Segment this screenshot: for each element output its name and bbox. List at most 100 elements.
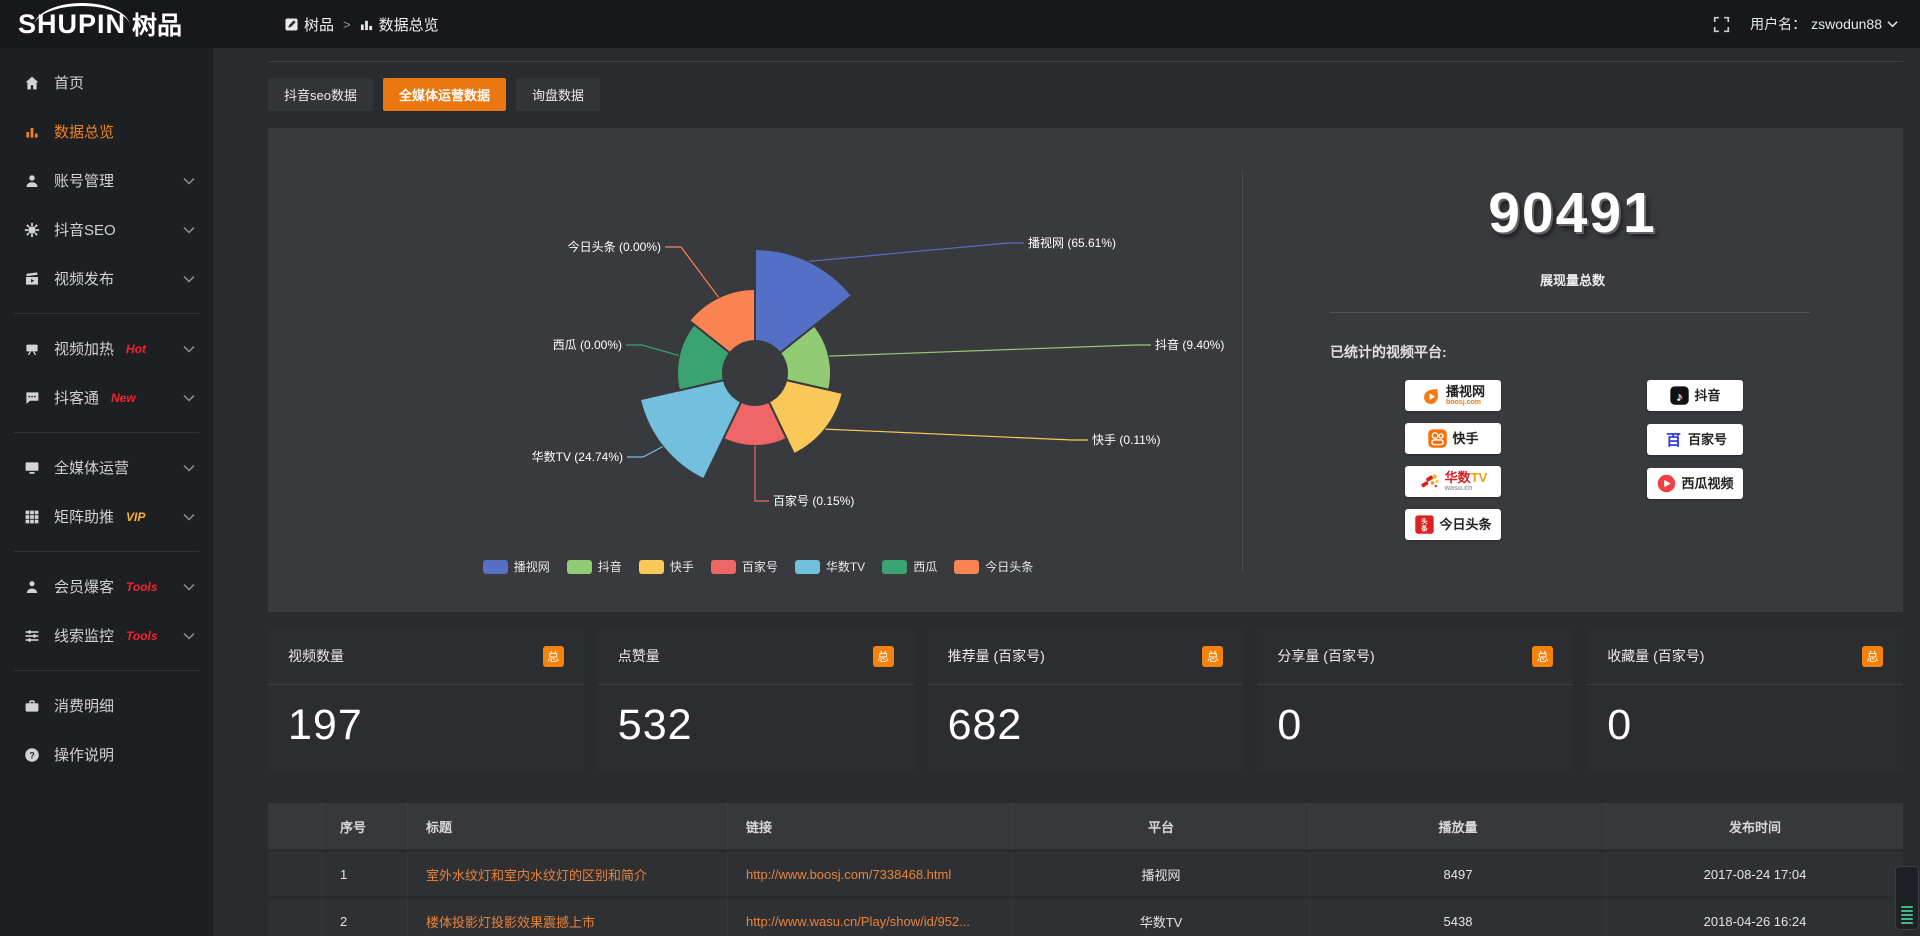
chevron-down-icon bbox=[1887, 20, 1898, 28]
sidebar-item-operation-guide[interactable]: ? 操作说明 bbox=[0, 730, 213, 779]
tab-all-media-data[interactable]: 全媒体运营数据 bbox=[383, 78, 506, 111]
pie-label-baijiahao: 百家号 (0.15%) bbox=[773, 493, 854, 508]
chevron-down-icon bbox=[183, 583, 195, 591]
pie-label-line-wasu-tv bbox=[627, 447, 663, 457]
sidebar-item-data-overview[interactable]: 数据总览 bbox=[0, 107, 213, 156]
tab-douyin-seo-data[interactable]: 抖音seo数据 bbox=[268, 78, 373, 111]
fullscreen-icon[interactable] bbox=[1713, 16, 1730, 33]
total-badge[interactable]: 总 bbox=[1862, 646, 1883, 667]
legend-item-boosj[interactable]: 播视网 bbox=[483, 558, 550, 575]
total-badge[interactable]: 总 bbox=[543, 646, 564, 667]
svg-text:百: 百 bbox=[1666, 432, 1681, 449]
stat-card-favorite-count: 收藏量 (百家号) 总 0 bbox=[1587, 628, 1903, 773]
sidebar-item-label: 消费明细 bbox=[54, 695, 114, 716]
sidebar-item-clue-monitor[interactable]: 线索监控 Tools bbox=[0, 611, 213, 660]
svg-text:♪: ♪ bbox=[1677, 390, 1683, 404]
cell-plays: 8497 bbox=[1310, 852, 1607, 896]
consume-detail-icon bbox=[24, 698, 40, 714]
legend-label: 今日头条 bbox=[985, 558, 1033, 575]
video-data-table: 序号 标题 链接 平台 播放量 发布时间 1 室外水纹灯和室内水纹灯的区别和简介… bbox=[268, 800, 1903, 936]
cell-url-link[interactable]: http://www.wasu.cn/Play/show/id/952... bbox=[746, 914, 970, 929]
legend-label: 百家号 bbox=[742, 558, 778, 575]
platform-badge-baijiahao: 百 百家号 bbox=[1647, 424, 1743, 455]
sidebar-item-home[interactable]: 首页 bbox=[0, 58, 213, 107]
username-label: 用户名： bbox=[1750, 14, 1806, 34]
pie-label-line-baijiahao bbox=[755, 446, 769, 501]
top-bar: SHUPIN 树品 树品>数据总览 用户名：zswodun88 bbox=[0, 0, 1920, 48]
legend-item-toutiao[interactable]: 今日头条 bbox=[954, 558, 1033, 575]
video-table: 序号 标题 链接 平台 播放量 发布时间 1 室外水纹灯和室内水纹灯的区别和简介… bbox=[268, 800, 1903, 936]
col-header-index: 序号 bbox=[322, 803, 408, 849]
xigua-logo-icon bbox=[1656, 473, 1677, 494]
stat-card-video-count: 视频数量 总 197 bbox=[268, 628, 584, 773]
topbar-right: 用户名：zswodun88 bbox=[1713, 0, 1898, 48]
sidebar-item-label: 矩阵助推 bbox=[54, 506, 114, 527]
cell-time: 2018-04-26 16:24 bbox=[1607, 899, 1903, 936]
cell-time: 2017-08-24 17:04 bbox=[1607, 852, 1903, 896]
stat-card-label: 收藏量 (百家号) bbox=[1607, 646, 1704, 666]
chart-panel: 播视网 (65.61%)抖音 (9.40%)快手 (0.11%)百家号 (0.1… bbox=[268, 128, 1903, 612]
col-header-platform: 平台 bbox=[1013, 803, 1310, 849]
platform-badge-boosj: 播视网boosj.com bbox=[1405, 380, 1501, 411]
platform-badge-xigua: 西瓜视频 bbox=[1647, 468, 1743, 499]
cell-platform: 华数TV bbox=[1013, 899, 1310, 936]
cell-title-link[interactable]: 楼体投影灯投影效果震撼上市 bbox=[426, 915, 595, 930]
scroll-widget[interactable] bbox=[1895, 866, 1919, 930]
legend-chip bbox=[711, 560, 736, 574]
legend-item-douyin[interactable]: 抖音 bbox=[567, 558, 622, 575]
pie-label-line-xigua bbox=[626, 345, 679, 356]
total-badge[interactable]: 总 bbox=[873, 646, 894, 667]
legend-item-kuaishou[interactable]: 快手 bbox=[639, 558, 694, 575]
col-header-link: 链接 bbox=[728, 803, 1013, 849]
sidebar-item-badge: New bbox=[111, 391, 136, 405]
stat-card-label: 分享量 (百家号) bbox=[1277, 646, 1374, 666]
pie-slice-kuaishou[interactable] bbox=[769, 380, 843, 454]
cell-url-link[interactable]: http://www.boosj.com/7338468.html bbox=[746, 867, 951, 882]
sidebar-item-douyin-seo[interactable]: 抖音SEO bbox=[0, 205, 213, 254]
legend-item-xigua[interactable]: 西瓜 bbox=[882, 558, 937, 575]
douyin-logo-icon: ♪♪♪ bbox=[1669, 385, 1690, 406]
legend-label: 快手 bbox=[670, 558, 694, 575]
sidebar-item-account-management[interactable]: 账号管理 bbox=[0, 156, 213, 205]
sidebar-item-member-burst[interactable]: 会员爆客 Tools bbox=[0, 562, 213, 611]
sidebar-item-label: 全媒体运营 bbox=[54, 457, 129, 478]
sidebar-item-douketong[interactable]: 抖客通 New bbox=[0, 373, 213, 422]
user-menu[interactable]: 用户名：zswodun88 bbox=[1750, 14, 1898, 34]
sidebar-item-matrix-boost[interactable]: 矩阵助推 VIP bbox=[0, 492, 213, 541]
platform-badge-kuaishou: 快手 bbox=[1405, 423, 1501, 454]
sidebar-item-video-heating[interactable]: 视频加热 Hot bbox=[0, 324, 213, 373]
sidebar-item-consume-detail[interactable]: 消费明细 bbox=[0, 681, 213, 730]
app-root: SHUPIN 树品 树品>数据总览 用户名：zswodun88 首页 数据总览 bbox=[0, 0, 1920, 936]
sidebar-item-label: 数据总览 bbox=[54, 121, 114, 142]
tab-inquiry-data[interactable]: 询盘数据 bbox=[516, 78, 600, 111]
sidebar-item-video-publish[interactable]: 视频发布 bbox=[0, 254, 213, 303]
sidebar-item-label: 会员爆客 bbox=[54, 576, 114, 597]
sidebar-item-all-media-operation[interactable]: 全媒体运营 bbox=[0, 443, 213, 492]
sidebar-item-label: 线索监控 bbox=[54, 625, 114, 646]
pie-slice-wasu-tv[interactable] bbox=[640, 380, 741, 479]
total-badge[interactable]: 总 bbox=[1532, 646, 1553, 667]
douketong-icon bbox=[24, 390, 40, 406]
impressions-total-label: 展现量总数 bbox=[1242, 270, 1903, 289]
wasu-tv-logo-icon bbox=[1419, 471, 1441, 492]
sidebar-item-label: 抖客通 bbox=[54, 387, 99, 408]
cell-title-link[interactable]: 室外水纹灯和室内水纹灯的区别和简介 bbox=[426, 868, 647, 883]
total-badge[interactable]: 总 bbox=[1202, 646, 1223, 667]
sidebar-item-badge: VIP bbox=[126, 510, 145, 524]
stat-card-value: 682 bbox=[928, 685, 1244, 750]
platform-badge-douyin: ♪♪♪ 抖音 bbox=[1647, 380, 1743, 411]
sidebar-item-label: 视频发布 bbox=[54, 268, 114, 289]
breadcrumb-item-data-overview[interactable]: 数据总览 bbox=[360, 14, 439, 35]
breadcrumb-item-shupin[interactable]: 树品 bbox=[285, 14, 334, 35]
sidebar-item-label: 操作说明 bbox=[54, 744, 114, 765]
stat-card-label: 视频数量 bbox=[288, 646, 344, 666]
app-logo: SHUPIN 树品 bbox=[18, 6, 218, 42]
content-divider bbox=[268, 61, 1903, 62]
legend-chip bbox=[567, 560, 592, 574]
table-header-row: 序号 标题 链接 平台 播放量 发布时间 bbox=[268, 803, 1903, 849]
legend-item-wasu-tv[interactable]: 华数TV bbox=[795, 558, 865, 575]
cell-index: 2 bbox=[322, 899, 408, 936]
svg-text:头: 头 bbox=[1422, 516, 1429, 525]
chevron-down-icon bbox=[183, 226, 195, 234]
legend-item-baijiahao[interactable]: 百家号 bbox=[711, 558, 778, 575]
